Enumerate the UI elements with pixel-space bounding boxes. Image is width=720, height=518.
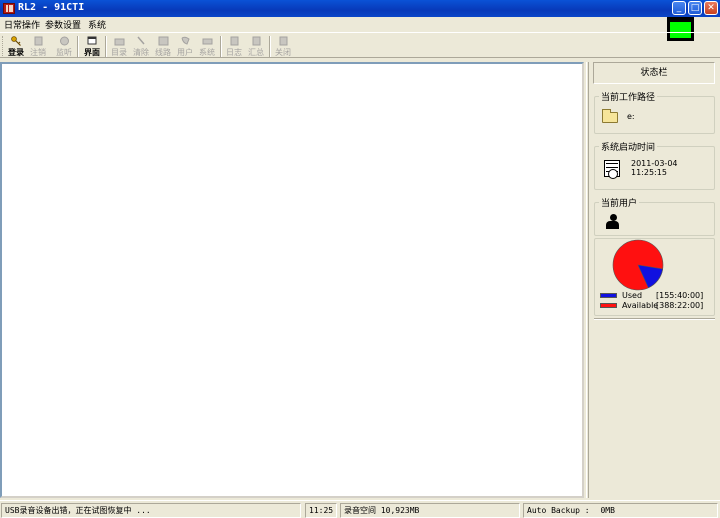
logout-button[interactable]: 注销 xyxy=(27,35,49,57)
maximize-button[interactable]: □ xyxy=(688,1,702,15)
panel-divider xyxy=(594,318,715,320)
current-user-label: 当前用户 xyxy=(599,196,640,209)
folder-icon xyxy=(602,109,618,123)
backup-label: Auto Backup : xyxy=(527,506,590,515)
backup-value: 0MB xyxy=(600,506,615,515)
status-bar: USB录音设备出错，正在试图恢复中 ... 11:25 录音空间 10,923M… xyxy=(0,500,720,518)
toolbar-separator xyxy=(220,36,222,57)
phone-icon xyxy=(181,36,190,45)
available-name: Available xyxy=(622,301,659,310)
workpath-group: 当前工作路径 e: xyxy=(594,90,715,134)
broom-icon xyxy=(137,36,145,45)
used-value: [155:40:00] xyxy=(656,291,704,300)
status-time: 11:25 xyxy=(305,503,337,518)
login-label: 登录 xyxy=(8,48,24,57)
line-button[interactable]: 线路 xyxy=(152,35,174,57)
starttime-label: 系统启动时间 xyxy=(599,140,658,153)
toolbar: 登录 注销 监听 界面 目录 清除 线路 用户 系统 日志 汇总 关闭 xyxy=(0,32,720,58)
user-label: 用户 xyxy=(177,48,193,57)
start-date: 2011-03-04 xyxy=(631,159,678,168)
headphone-icon xyxy=(60,36,69,46)
calendar-clock-icon xyxy=(604,160,620,179)
user-button[interactable]: 用户 xyxy=(174,35,196,57)
system-button[interactable]: 系统 xyxy=(196,35,218,57)
app-icon[interactable] xyxy=(3,3,15,14)
status-panel-title: 状态栏 xyxy=(593,62,715,84)
close-app-label: 关闭 xyxy=(275,48,291,57)
interface-label: 界面 xyxy=(84,48,100,57)
clear-label: 清除 xyxy=(133,48,149,57)
status-panel: 状态栏 当前工作路径 e: 系统启动时间 2011-03-04 11:25:15… xyxy=(590,60,718,500)
available-swatch xyxy=(600,303,617,308)
summary-label: 汇总 xyxy=(248,48,264,57)
toolbar-separator xyxy=(105,36,107,57)
window-title: RL2 - 91CTI xyxy=(18,2,85,13)
toolbar-separator xyxy=(269,36,271,57)
status-backup: Auto Backup : 0MB xyxy=(523,503,718,518)
login-button[interactable]: 登录 xyxy=(5,35,27,57)
menu-settings[interactable]: 参数设置 xyxy=(45,18,81,31)
disk-icon xyxy=(158,36,169,46)
door-icon xyxy=(34,36,43,46)
close-app-button[interactable]: 关闭 xyxy=(272,35,294,57)
used-swatch xyxy=(600,293,617,298)
log-button[interactable]: 日志 xyxy=(223,35,245,57)
logout-label: 注销 xyxy=(30,48,46,57)
title-bar: RL2 - 91CTI _ □ ✕ xyxy=(0,0,720,17)
disk-usage-group: Used [155:40:00] Available [388:22:00] xyxy=(594,238,715,316)
workpath-label: 当前工作路径 xyxy=(599,90,658,103)
toolbar-separator xyxy=(77,36,79,57)
disk-usage-pie xyxy=(612,239,664,291)
book-icon xyxy=(230,36,239,46)
summary-button[interactable]: 汇总 xyxy=(245,35,267,57)
monitor-button[interactable]: 监听 xyxy=(53,35,75,57)
notebook-icon xyxy=(252,36,261,46)
printer-icon xyxy=(202,38,213,45)
menu-daily-ops[interactable]: 日常操作 xyxy=(4,18,40,31)
directory-label: 目录 xyxy=(111,48,127,57)
minimize-button[interactable]: _ xyxy=(672,1,686,15)
used-name: Used xyxy=(622,291,643,300)
system-label: 系统 xyxy=(199,48,215,57)
key-icon xyxy=(11,36,21,46)
status-message: USB录音设备出错，正在试图恢复中 ... xyxy=(1,503,301,518)
workpath-value: e: xyxy=(627,112,635,121)
available-value: [388:22:00] xyxy=(656,301,704,310)
interface-button[interactable]: 界面 xyxy=(81,35,103,57)
user-icon xyxy=(606,214,620,230)
start-time: 11:25:15 xyxy=(631,168,667,177)
line-label: 线路 xyxy=(155,48,171,57)
current-user-group: 当前用户 xyxy=(594,196,715,236)
directory-button[interactable]: 目录 xyxy=(108,35,130,57)
window-icon xyxy=(87,36,97,45)
log-label: 日志 xyxy=(226,48,242,57)
menu-bar: 日常操作 参数设置 系统 xyxy=(0,17,600,31)
status-space: 录音空间 10,923MB xyxy=(340,503,520,518)
clear-button[interactable]: 清除 xyxy=(130,35,152,57)
folder-icon xyxy=(114,38,125,46)
close-button[interactable]: ✕ xyxy=(704,1,718,15)
monitor-label: 监听 xyxy=(56,48,72,57)
splitter[interactable] xyxy=(586,62,589,498)
starttime-group: 系统启动时间 2011-03-04 11:25:15 xyxy=(594,140,715,190)
main-workspace[interactable] xyxy=(0,62,584,498)
menu-system[interactable]: 系统 xyxy=(88,18,106,31)
exit-icon xyxy=(279,36,288,46)
